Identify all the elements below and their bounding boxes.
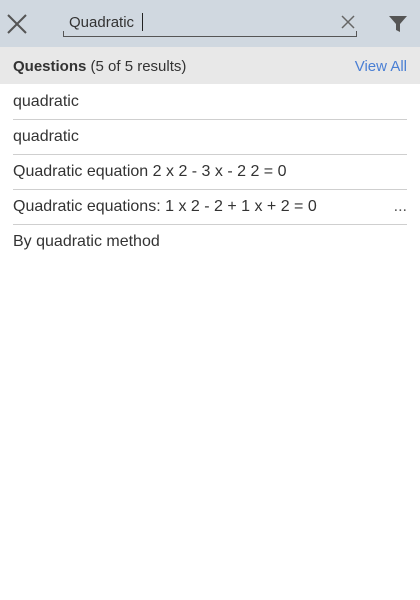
result-item[interactable]: By quadratic method (0, 224, 420, 259)
results-count: (5 of 5 results) (90, 58, 187, 75)
results-list: quadratic quadratic Quadratic equation 2… (0, 84, 420, 259)
text-caret (142, 13, 143, 31)
more-indicator: ... (393, 198, 407, 215)
view-all-link[interactable]: View All (355, 58, 407, 75)
result-text: By quadratic method (13, 233, 160, 250)
questions-section-header: Questions (5 of 5 results) View All (0, 47, 420, 84)
result-text: Quadratic equation 2 x 2 - 3 x - 2 2 = 0 (13, 163, 287, 180)
close-icon (7, 14, 27, 34)
filter-button[interactable] (388, 15, 408, 33)
result-item[interactable]: quadratic (0, 84, 420, 119)
section-title-label: Questions (13, 58, 87, 75)
search-input[interactable] (69, 12, 329, 32)
section-title: Questions (5 of 5 results) (13, 58, 186, 75)
close-button[interactable] (4, 10, 30, 36)
clear-icon (341, 15, 355, 29)
clear-search-button[interactable] (341, 15, 355, 29)
result-text: quadratic (13, 128, 79, 145)
result-item[interactable]: quadratic (0, 119, 420, 154)
top-bar (0, 0, 420, 47)
result-item[interactable]: Quadratic equations: 1 x 2 - 2 + 1 x + 2… (0, 189, 420, 224)
result-text: Quadratic equations: 1 x 2 - 2 + 1 x + 2… (13, 198, 317, 215)
filter-icon (389, 16, 407, 32)
result-item[interactable]: Quadratic equation 2 x 2 - 3 x - 2 2 = 0 (0, 154, 420, 189)
result-text: quadratic (13, 93, 79, 110)
search-field (63, 9, 357, 37)
